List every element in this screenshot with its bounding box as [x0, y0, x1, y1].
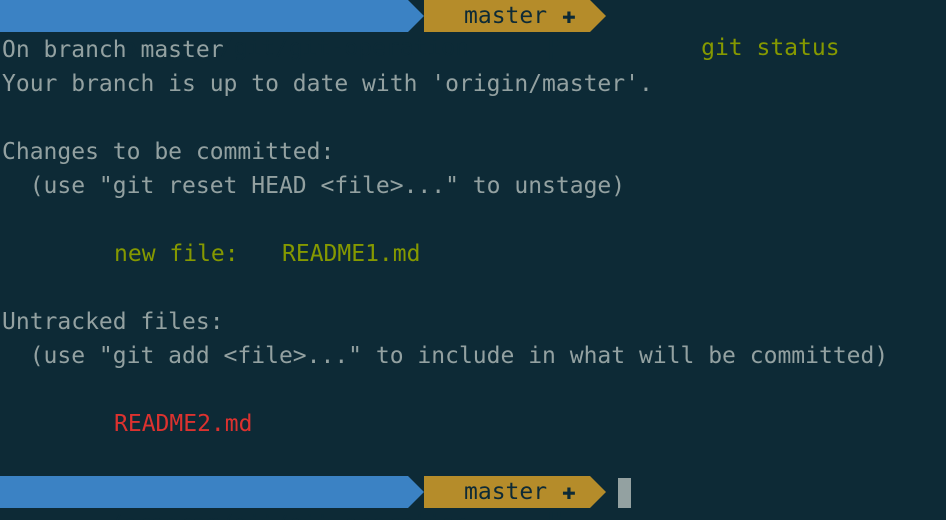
output-line: (use "git add <file>..." to include in w… [2, 343, 889, 369]
prompt-line-bottom: ~/program/git/git-operation master ✚ [0, 476, 946, 520]
prompt-line-top: ~/program/git/git-operation master ✚ git… [0, 0, 946, 61]
staged-file-name: README1.md [282, 241, 421, 267]
branch-arrow-separator [590, 0, 606, 32]
prompt-path: ~/program/git/git-operation [95, 511, 469, 520]
staged-file-label: new file: [114, 241, 239, 267]
prompt-branch-segment: master ✚ [424, 0, 590, 60]
prompt-branch-segment: master ✚ [424, 476, 590, 520]
prompt-command: git status [701, 35, 840, 61]
dirty-marker: ✚ [562, 479, 576, 505]
path-arrow-separator [408, 0, 424, 32]
prompt-branch-name: master [464, 3, 548, 29]
output-line: Untracked files: [2, 309, 224, 335]
terminal-cursor[interactable] [618, 478, 631, 508]
dirty-marker: ✚ [562, 3, 576, 29]
output-line: Your branch is up to date with 'origin/m… [2, 71, 653, 97]
path-arrow-separator [408, 476, 424, 508]
output-line: Changes to be committed: [2, 139, 335, 165]
prompt-path-segment: ~/program/git/git-operation [0, 476, 469, 520]
output-line: (use "git reset HEAD <file>..." to unsta… [2, 173, 626, 199]
branch-arrow-separator [590, 476, 606, 508]
output-line: On branch master [2, 37, 224, 63]
untracked-file-name: README2.md [114, 411, 253, 437]
terminal-window[interactable]: ~/program/git/git-operation master ✚ git… [0, 0, 946, 520]
prompt-branch-name: master [464, 479, 548, 505]
prompt-path-segment: ~/program/git/git-operation [0, 0, 469, 61]
